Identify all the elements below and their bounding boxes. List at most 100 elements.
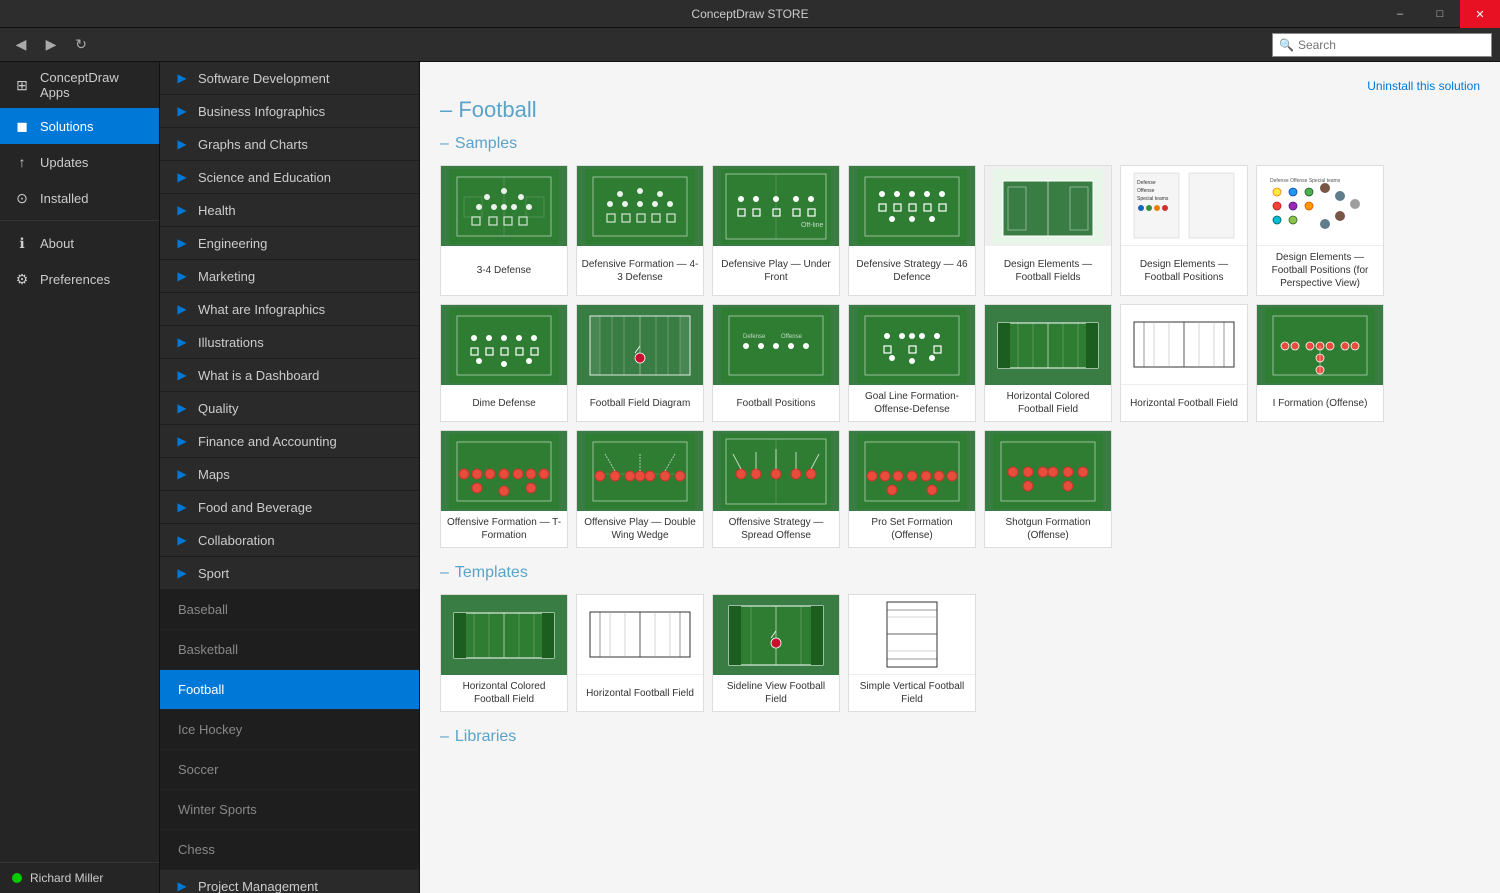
sidebar-item-installed[interactable]: ⊙ Installed bbox=[0, 180, 159, 216]
sub-item-software-dev[interactable]: ▶ Software Development bbox=[160, 62, 419, 95]
sport-sub-winter-sports[interactable]: Winter Sports bbox=[160, 790, 419, 830]
card-football-field-diagram[interactable]: Football Field Diagram bbox=[576, 304, 704, 422]
card-thumb-football-positions: Defense Offense bbox=[713, 305, 839, 385]
card-defensive-formation[interactable]: Defensive Formation — 4-3 Defense bbox=[576, 165, 704, 296]
samples-toggle[interactable]: – bbox=[440, 135, 449, 153]
sidebar-label-installed: Installed bbox=[40, 191, 88, 206]
sport-sub-football[interactable]: Football bbox=[160, 670, 419, 710]
sub-item-engineering[interactable]: ▶ Engineering bbox=[160, 227, 419, 260]
card-tmpl-sideline-view[interactable]: Sideline View Football Field bbox=[712, 594, 840, 712]
sub-item-marketing[interactable]: ▶ Marketing bbox=[160, 260, 419, 293]
close-button[interactable]: ✕ bbox=[1460, 0, 1500, 28]
card-offensive-formation-t[interactable]: Offensive Formation — T-Formation bbox=[440, 430, 568, 548]
card-pro-set-formation[interactable]: Pro Set Formation (Offense) bbox=[848, 430, 976, 548]
card-shotgun-formation[interactable]: Shotgun Formation (Offense) bbox=[984, 430, 1112, 548]
card-design-elements-perspective[interactable]: Defense Offense Special teams bbox=[1256, 165, 1384, 296]
libraries-toggle[interactable]: – bbox=[440, 728, 449, 746]
sub-item-food-beverage[interactable]: ▶ Food and Beverage bbox=[160, 491, 419, 524]
sidebar-label-solutions: Solutions bbox=[40, 119, 93, 134]
sub-item-collaboration[interactable]: ▶ Collaboration bbox=[160, 524, 419, 557]
card-thumb-defensive-formation bbox=[577, 166, 703, 246]
card-label-tmpl-horizontal-field: Horizontal Football Field bbox=[577, 675, 703, 711]
card-i-formation[interactable]: I Formation (Offense) bbox=[1256, 304, 1384, 422]
sub-label-science-education: Science and Education bbox=[198, 170, 331, 185]
sub-item-illustrations[interactable]: ▶ Illustrations bbox=[160, 326, 419, 359]
card-thumb-goal-line-formation bbox=[849, 305, 975, 385]
card-goal-line-formation[interactable]: Goal Line Formation-Offense-Defense bbox=[848, 304, 976, 422]
sub-item-what-infographics[interactable]: ▶ What are Infographics bbox=[160, 293, 419, 326]
refresh-button[interactable]: ↻ bbox=[68, 32, 94, 58]
sport-sub-basketball[interactable]: Basketball bbox=[160, 630, 419, 670]
sub-arrow-software: ▶ bbox=[174, 70, 190, 86]
sub-arrow-dashboard: ▶ bbox=[174, 367, 190, 383]
card-tmpl-horizontal-field[interactable]: Horizontal Football Field bbox=[576, 594, 704, 712]
sidebar-item-updates[interactable]: ↑ Updates bbox=[0, 144, 159, 180]
sub-item-project-management[interactable]: ▶ Project Management bbox=[160, 870, 419, 893]
card-thumb-tmpl-simple-vertical bbox=[849, 595, 975, 675]
about-icon: ℹ bbox=[12, 233, 32, 253]
card-tmpl-simple-vertical[interactable]: Simple Vertical Football Field bbox=[848, 594, 976, 712]
card-thumb-design-elements-perspective: Defense Offense Special teams bbox=[1257, 166, 1383, 246]
sidebar-item-about[interactable]: ℹ About bbox=[0, 225, 159, 261]
sidebar-item-solutions[interactable]: ◼ Solutions bbox=[0, 108, 159, 144]
sidebar-divider bbox=[0, 220, 159, 221]
card-thumb-pro-set-formation bbox=[849, 431, 975, 511]
sub-label-maps: Maps bbox=[198, 467, 230, 482]
forward-button[interactable]: ▶ bbox=[38, 32, 64, 58]
card-thumb-defensive-play-under: Off-line bbox=[713, 166, 839, 246]
search-input[interactable] bbox=[1298, 38, 1485, 52]
card-thumb-i-formation bbox=[1257, 305, 1383, 385]
templates-section-header: – Templates bbox=[440, 564, 1480, 582]
sub-label-what-infographics: What are Infographics bbox=[198, 302, 325, 317]
templates-toggle[interactable]: – bbox=[440, 564, 449, 582]
card-design-elements-fields[interactable]: Design Elements — Football Fields bbox=[984, 165, 1112, 296]
sub-label-marketing: Marketing bbox=[198, 269, 255, 284]
sub-arrow-finance: ▶ bbox=[174, 433, 190, 449]
sport-sub-soccer[interactable]: Soccer bbox=[160, 750, 419, 790]
sidebar-bottom: Richard Miller bbox=[0, 862, 159, 893]
card-design-elements-positions[interactable]: Defense Offense Special teams Design Ele… bbox=[1120, 165, 1248, 296]
card-label-football-positions: Football Positions bbox=[713, 385, 839, 421]
sub-item-finance-accounting[interactable]: ▶ Finance and Accounting bbox=[160, 425, 419, 458]
sidebar-item-conceptdraw-apps[interactable]: ⊞ ConceptDraw Apps bbox=[0, 62, 159, 108]
sport-sub-chess[interactable]: Chess bbox=[160, 830, 419, 870]
card-horizontal-colored-field[interactable]: Horizontal Colored Football Field bbox=[984, 304, 1112, 422]
card-3-4-defense[interactable]: 3-4 Defense bbox=[440, 165, 568, 296]
sub-item-business-infographics[interactable]: ▶ Business Infographics bbox=[160, 95, 419, 128]
card-football-positions[interactable]: Defense Offense Football Positions bbox=[712, 304, 840, 422]
sub-item-graphs-charts[interactable]: ▶ Graphs and Charts bbox=[160, 128, 419, 161]
sub-item-quality[interactable]: ▶ Quality bbox=[160, 392, 419, 425]
sport-sub-ice-hockey[interactable]: Ice Hockey bbox=[160, 710, 419, 750]
card-offensive-play-double-wing[interactable]: Offensive Play — Double Wing Wedge bbox=[576, 430, 704, 548]
solutions-icon: ◼ bbox=[12, 116, 32, 136]
card-thumb-offensive-formation-t bbox=[441, 431, 567, 511]
card-defensive-play-under[interactable]: Off-line Defensive Play — Under Front bbox=[712, 165, 840, 296]
card-offensive-strategy-spread[interactable]: Offensive Strategy — Spread Offense bbox=[712, 430, 840, 548]
sub-item-sport[interactable]: ▶ Sport bbox=[160, 557, 419, 590]
uninstall-link[interactable]: Uninstall this solution bbox=[1367, 79, 1480, 93]
sidebar-label-apps: ConceptDraw Apps bbox=[40, 70, 147, 100]
card-tmpl-horizontal-colored[interactable]: Horizontal Colored Football Field bbox=[440, 594, 568, 712]
svg-text:Defense: Defense bbox=[743, 334, 766, 340]
sub-label-food-beverage: Food and Beverage bbox=[198, 500, 312, 515]
sub-item-maps[interactable]: ▶ Maps bbox=[160, 458, 419, 491]
card-defensive-strategy-46[interactable]: Defensive Strategy — 46 Defence bbox=[848, 165, 976, 296]
window-controls[interactable]: – □ ✕ bbox=[1380, 0, 1500, 28]
card-dime-defense[interactable]: Dime Defense bbox=[440, 304, 568, 422]
minimize-button[interactable]: – bbox=[1380, 0, 1420, 28]
sport-label-chess: Chess bbox=[178, 842, 215, 857]
card-thumb-horizontal-football-field bbox=[1121, 305, 1247, 385]
user-name: Richard Miller bbox=[30, 871, 103, 885]
sub-item-what-dashboard[interactable]: ▶ What is a Dashboard bbox=[160, 359, 419, 392]
card-thumb-3-4-defense bbox=[441, 166, 567, 246]
maximize-button[interactable]: □ bbox=[1420, 0, 1460, 28]
card-label-goal-line-formation: Goal Line Formation-Offense-Defense bbox=[849, 385, 975, 421]
back-button[interactable]: ◀ bbox=[8, 32, 34, 58]
card-horizontal-football-field[interactable]: Horizontal Football Field bbox=[1120, 304, 1248, 422]
sub-item-science-education[interactable]: ▶ Science and Education bbox=[160, 161, 419, 194]
card-thumb-shotgun-formation bbox=[985, 431, 1111, 511]
sport-sub-baseball[interactable]: Baseball bbox=[160, 590, 419, 630]
sub-item-health[interactable]: ▶ Health bbox=[160, 194, 419, 227]
title-bar: ConceptDraw STORE – □ ✕ bbox=[0, 0, 1500, 28]
sidebar-item-preferences[interactable]: ⚙ Preferences bbox=[0, 261, 159, 297]
